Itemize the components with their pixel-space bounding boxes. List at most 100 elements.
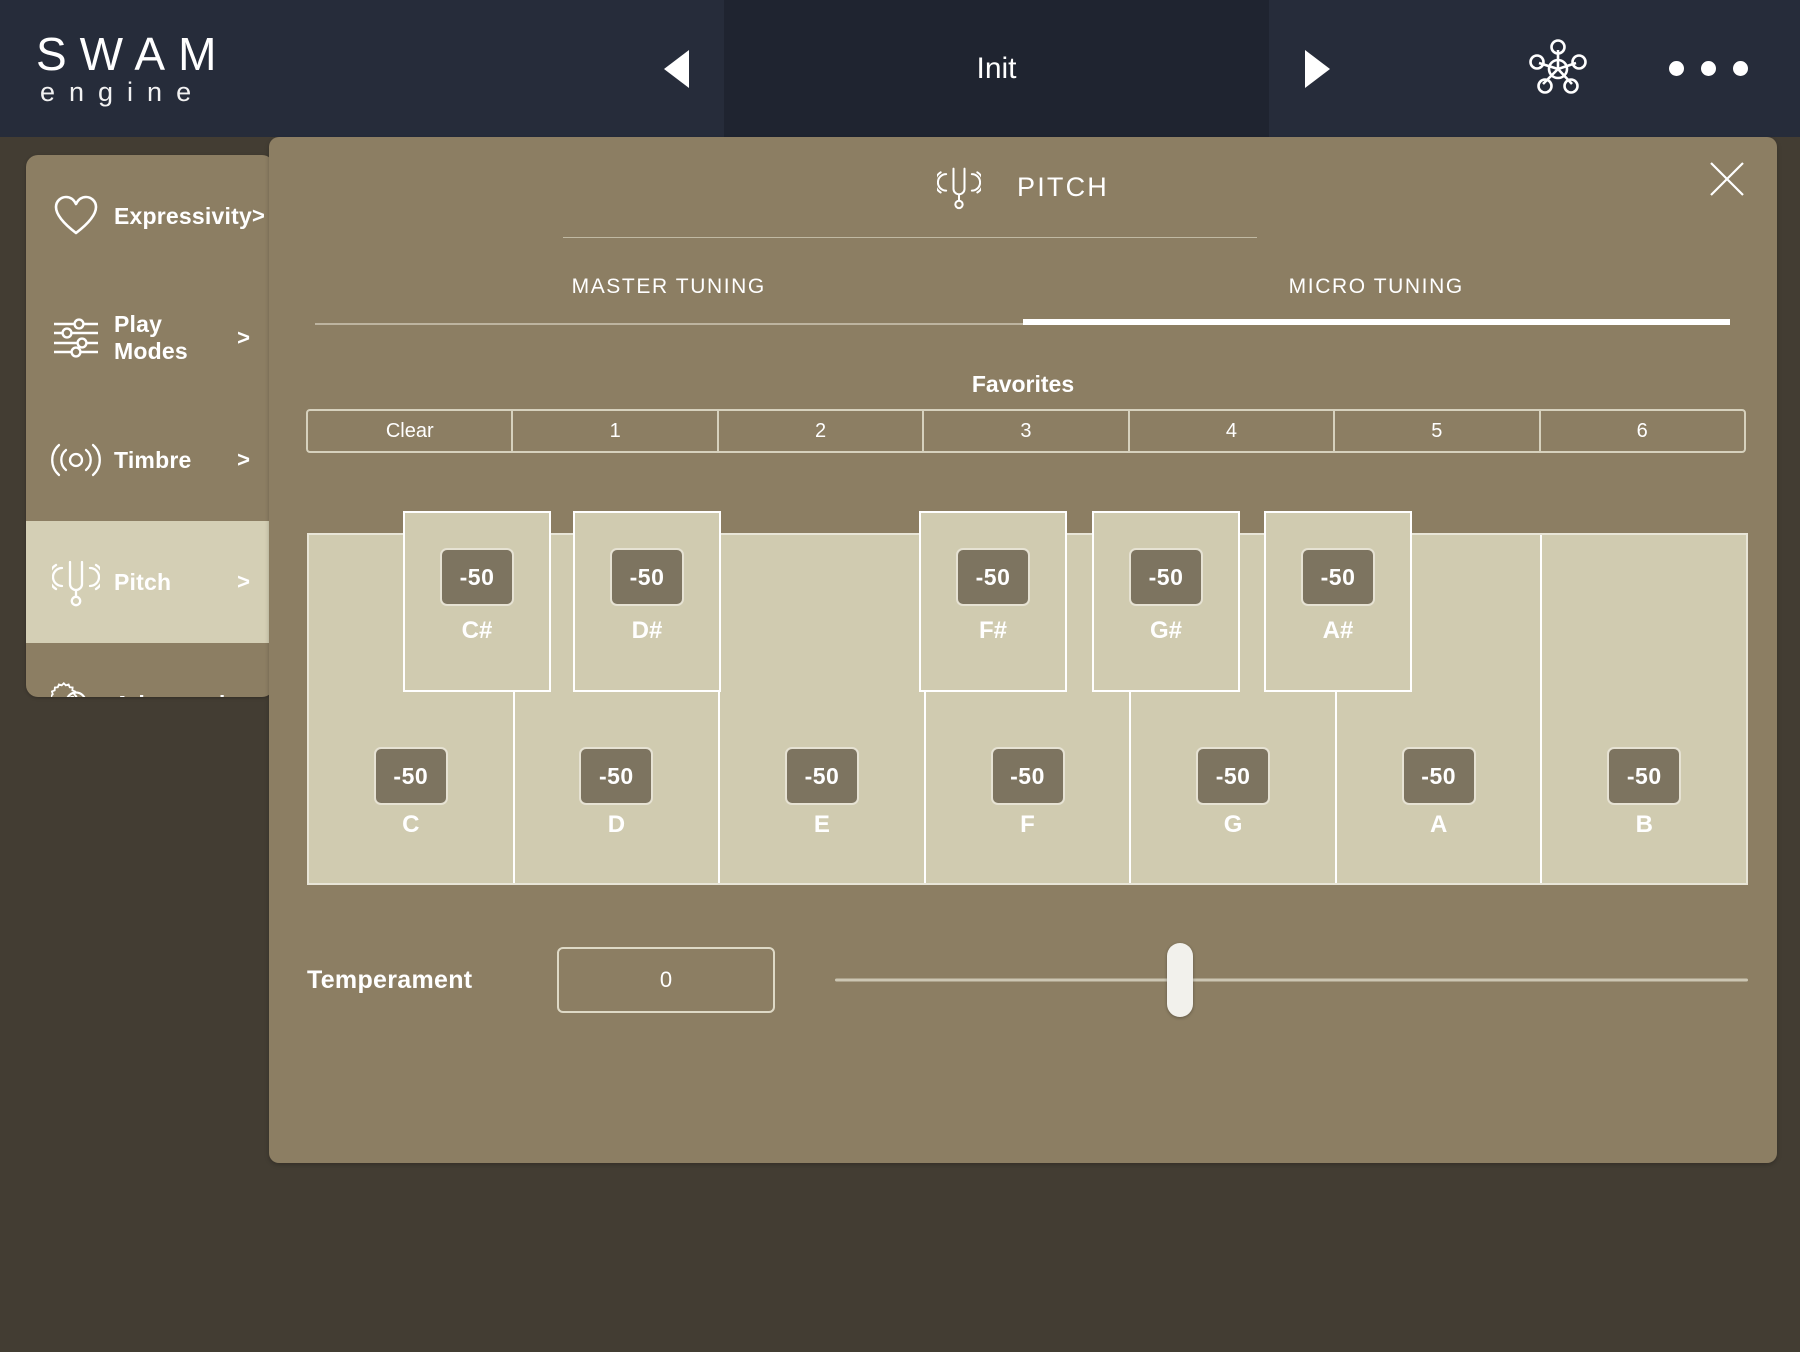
tab-underline-active <box>1022 319 1730 325</box>
tab-label: MICRO TUNING <box>1288 275 1464 298</box>
triangle-right-icon <box>1304 49 1330 88</box>
close-button[interactable] <box>1699 151 1755 207</box>
key-value-d[interactable]: -50 <box>579 747 654 805</box>
tab-master-tuning[interactable]: MASTER TUNING <box>315 275 1023 325</box>
chevron-right-icon: > <box>237 325 250 350</box>
waves-dot-icon <box>48 434 104 486</box>
temperament-label: Temperament <box>307 965 473 994</box>
key-value-c-sharp[interactable]: -50 <box>440 548 514 606</box>
page-title: PITCH <box>1017 171 1109 202</box>
key-value-a-sharp[interactable]: -50 <box>1301 548 1375 606</box>
key-value-g[interactable]: -50 <box>1196 747 1271 805</box>
key-g-sharp[interactable]: -50 G# <box>1092 511 1240 692</box>
key-d-sharp[interactable]: -50 D# <box>573 511 721 692</box>
three-dots-icon-dot3 <box>1733 61 1748 76</box>
temperament-slider-track <box>835 978 1748 982</box>
key-value-f-sharp[interactable]: -50 <box>956 548 1030 606</box>
sidebar-item-label: Expressivity <box>114 202 252 229</box>
preset-name-display[interactable]: Init <box>724 0 1269 137</box>
sliders-icon <box>48 312 104 364</box>
overflow-menu-button[interactable] <box>1669 61 1748 76</box>
sidebar-item-label: Pitch <box>114 568 172 595</box>
favorite-slot-3-button[interactable]: 3 <box>924 411 1130 451</box>
title-divider <box>563 237 1257 238</box>
key-label-d-sharp: D# <box>631 617 663 644</box>
favorite-slot-2-button[interactable]: 2 <box>719 411 925 451</box>
sidebar-item-label: Play Modes <box>114 311 188 364</box>
favorites-row: Clear 1 2 3 4 5 6 <box>306 409 1746 453</box>
sidebar: Expressivity > Play Modes > Timbre > Pit… <box>26 155 274 697</box>
key-label-g: G <box>1223 811 1243 838</box>
favorite-slot-1-button[interactable]: 1 <box>513 411 719 451</box>
next-preset-button[interactable] <box>1269 0 1365 137</box>
key-value-d-sharp[interactable]: -50 <box>610 548 684 606</box>
key-label-a: A <box>1430 811 1448 838</box>
sidebar-item-expressivity[interactable]: Expressivity > <box>26 155 274 277</box>
key-value-g-sharp[interactable]: -50 <box>1129 548 1203 606</box>
temperament-slider[interactable] <box>835 943 1748 1017</box>
panel-header: PITCH <box>269 137 1777 237</box>
preset-name-label: Init <box>976 51 1017 85</box>
key-e[interactable]: -50 E <box>720 535 926 883</box>
key-value-a[interactable]: -50 <box>1401 747 1476 805</box>
key-label-f-sharp: F# <box>978 617 1008 644</box>
network-hub-button[interactable] <box>1525 36 1591 102</box>
logo-line-engine: engine <box>40 77 206 107</box>
gear-search-icon <box>48 678 104 697</box>
plugin-window: SWAM engine Init Expressivity > Play Mod… <box>0 0 1800 1352</box>
key-a-sharp[interactable]: -50 A# <box>1264 511 1412 692</box>
key-f-sharp[interactable]: -50 F# <box>919 511 1067 692</box>
three-dots-icon <box>1669 61 1684 76</box>
sidebar-item-label: Timbre <box>114 446 192 473</box>
favorite-slot-6-button[interactable]: 6 <box>1541 411 1744 451</box>
key-b[interactable]: -50 B <box>1542 535 1747 883</box>
sidebar-item-label: Advanced <box>104 691 237 698</box>
tab-label: MASTER TUNING <box>571 275 766 298</box>
logo-line-swam: SWAM <box>36 28 230 80</box>
network-hub-icon <box>1529 38 1587 94</box>
top-bar-actions <box>1365 0 1800 137</box>
favorite-slot-5-button[interactable]: 5 <box>1335 411 1541 451</box>
triangle-left-icon <box>663 49 689 88</box>
favorite-clear-button[interactable]: Clear <box>308 411 514 451</box>
key-value-f[interactable]: -50 <box>990 747 1065 805</box>
key-label-g-sharp: G# <box>1149 617 1183 644</box>
key-value-e[interactable]: -50 <box>784 747 859 805</box>
key-label-b: B <box>1635 811 1653 838</box>
key-c-sharp[interactable]: -50 C# <box>403 511 551 692</box>
key-label-d: D <box>607 811 626 838</box>
tuning-tabs: MASTER TUNING MICRO TUNING <box>315 275 1730 325</box>
previous-preset-button[interactable] <box>628 0 724 137</box>
favorites-title: Favorites <box>971 371 1075 397</box>
chevron-right-icon: > <box>237 569 250 594</box>
temperament-value-field[interactable]: 0 <box>557 947 775 1013</box>
favorite-slot-4-button[interactable]: 4 <box>1130 411 1336 451</box>
three-dots-icon-dot2 <box>1701 61 1716 76</box>
key-value-c[interactable]: -50 <box>373 747 448 805</box>
tab-micro-tuning[interactable]: MICRO TUNING <box>1022 275 1730 325</box>
temperament-row: Temperament 0 <box>307 937 1748 1023</box>
tab-underline <box>315 323 1023 325</box>
key-label-a-sharp: A# <box>1322 617 1354 644</box>
tuning-fork-icon <box>937 162 981 212</box>
tuning-fork-icon <box>48 556 104 608</box>
key-label-e: E <box>813 811 830 838</box>
key-label-f: F <box>1020 811 1035 838</box>
key-label-c: C <box>402 811 420 838</box>
brand-logo: SWAM engine <box>0 0 628 137</box>
chevron-right-icon: > <box>251 203 265 228</box>
chevron-right-icon: > <box>237 691 254 697</box>
key-label-c-sharp: C# <box>461 617 493 644</box>
sidebar-item-timbre[interactable]: Timbre > <box>26 399 274 521</box>
key-value-b[interactable]: -50 <box>1607 747 1682 805</box>
micro-tuning-keyboard: -50 C -50 D -50 E -50 F -50 G -50 A -50 … <box>307 511 1748 885</box>
sidebar-item-play-modes[interactable]: Play Modes > <box>26 277 274 399</box>
top-bar: SWAM engine Init <box>0 0 1800 137</box>
temperament-slider-handle[interactable] <box>1167 943 1193 1017</box>
close-icon <box>1710 162 1744 196</box>
heart-icon <box>48 190 104 242</box>
chevron-right-icon: > <box>237 447 250 472</box>
pitch-panel: PITCH MASTER TUNING MICRO TUNING Favorit… <box>269 137 1777 1163</box>
sidebar-item-pitch[interactable]: Pitch > <box>26 521 274 643</box>
sidebar-item-advanced[interactable]: Advanced > <box>26 643 274 697</box>
